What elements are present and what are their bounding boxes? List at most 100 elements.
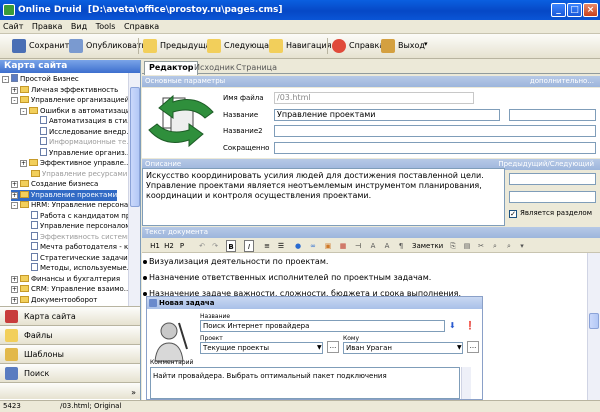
tree-node[interactable]: - Ошибки в автоматизации <box>20 106 128 117</box>
more-tools-icon[interactable]: ▾ <box>518 240 526 252</box>
insert-icon[interactable]: ⊣ <box>353 240 363 252</box>
navigation-button[interactable]: Навигация <box>269 38 331 54</box>
h2-button[interactable]: H2 <box>164 240 174 252</box>
font-size-icon[interactable]: A <box>382 240 392 252</box>
align-justify-icon[interactable]: ☰ <box>276 240 286 252</box>
h1-button[interactable]: H1 <box>150 240 160 252</box>
tree-node[interactable]: + Документооборот <box>11 295 97 306</box>
tab-page[interactable]: Страница <box>232 62 281 74</box>
table-icon[interactable]: ▦ <box>338 240 348 252</box>
chevron-down-icon[interactable]: ▼ <box>317 344 322 351</box>
collapse-icon[interactable]: - <box>11 202 18 209</box>
tree-node[interactable]: - HRM: Управление персона... <box>11 200 128 211</box>
chevron-down-icon[interactable]: ▼ <box>457 344 462 351</box>
more-link[interactable]: дополнительно... <box>530 76 594 87</box>
undo-icon[interactable]: ↶ <box>197 240 207 252</box>
task-project-select[interactable]: Текущие проекты <box>200 342 323 354</box>
editor-scrollbar[interactable] <box>587 253 600 400</box>
italic-button[interactable]: I <box>244 240 254 252</box>
paste-icon[interactable]: ▤ <box>462 240 472 252</box>
expand-icon[interactable]: + <box>11 86 18 94</box>
prev-button[interactable]: Предыдущая <box>143 38 215 54</box>
redo-icon[interactable]: ↷ <box>210 240 220 252</box>
prev-page-field[interactable] <box>509 173 596 185</box>
collapse-icon[interactable]: - <box>11 97 18 104</box>
collapse-icon[interactable]: - <box>2 76 9 83</box>
expand-icon[interactable]: + <box>11 191 18 199</box>
comment-scrollbar[interactable] <box>461 367 471 399</box>
tree-node[interactable]: + Личная эффективность <box>11 85 118 96</box>
tree-node[interactable]: + CRM: Управление взаимо... <box>11 284 128 295</box>
expand-icon[interactable]: + <box>11 296 18 304</box>
menu-help[interactable]: Справка <box>121 20 162 31</box>
link-icon[interactable]: ∞ <box>308 240 318 252</box>
notes-button[interactable]: Заметки <box>412 240 443 252</box>
tree-scroll-thumb[interactable] <box>130 87 140 207</box>
maximize-button[interactable]: □ <box>567 3 582 17</box>
close-button[interactable]: × <box>583 3 598 17</box>
toolbar-overflow-icon[interactable]: ▾ <box>424 40 428 48</box>
expand-icon[interactable]: + <box>11 275 18 283</box>
find-icon[interactable]: ⌕ <box>490 240 500 252</box>
bold-button[interactable]: B <box>226 240 236 252</box>
tree-node[interactable]: Управление организ... <box>29 147 128 159</box>
tree-node[interactable]: Методы, используемые... <box>20 263 128 274</box>
task-to-select[interactable]: Иван Ураган <box>343 342 463 354</box>
menu-edit[interactable]: Правка <box>29 20 65 31</box>
menu-tools[interactable]: Tools <box>93 20 119 31</box>
tree-node[interactable]: Автоматизация в сти... <box>29 116 128 127</box>
tree-node[interactable]: Управление персоналом... <box>20 221 128 232</box>
tree-scrollbar[interactable] <box>128 73 140 306</box>
editor-scroll-thumb[interactable] <box>589 313 599 329</box>
is-section-checkbox[interactable]: ✓ <box>509 210 517 218</box>
tree-node[interactable]: Работа с кандидатом пр... <box>20 210 128 222</box>
menu-site[interactable]: Сайт <box>0 20 26 31</box>
tree-node[interactable]: Эффективность системы... <box>20 231 128 243</box>
align-left-icon[interactable]: ≡ <box>262 240 272 252</box>
nav-sitemap-button[interactable]: Карта сайта <box>0 306 140 325</box>
tree-node[interactable]: + Эффективное управле... <box>20 158 128 169</box>
paragraph-button[interactable]: P <box>178 240 186 252</box>
tree-node[interactable]: + Управление проектами <box>11 189 118 201</box>
tree-node[interactable]: + Создание бизнеса <box>11 179 98 190</box>
task-name-field[interactable]: Поиск Интернет провайдера <box>200 320 445 332</box>
save-button[interactable]: Сохранить <box>12 38 74 54</box>
document-editor[interactable]: Визуализация деятельности по проектам. Н… <box>142 253 587 400</box>
publish-button[interactable]: Опубликовать <box>69 38 146 54</box>
special-char-icon[interactable]: ¶ <box>396 240 406 252</box>
tree-node[interactable]: Исследование внедр... <box>29 126 128 138</box>
nav-files-button[interactable]: Файлы <box>0 325 140 344</box>
nav-search-button[interactable]: Поиск <box>0 363 140 382</box>
exit-button[interactable]: Выход <box>381 38 425 54</box>
tree-node[interactable]: - Простой Бизнес <box>2 74 79 85</box>
image-icon[interactable]: ▣ <box>323 240 333 252</box>
description-textarea[interactable]: Искусство координировать усилия людей дл… <box>142 168 505 226</box>
filename-field[interactable]: /03.html <box>274 92 474 104</box>
menu-view[interactable]: Вид <box>68 20 90 31</box>
tree-node[interactable]: Управление ресурсами <box>20 169 127 180</box>
to-more-button[interactable]: ... <box>467 341 479 353</box>
tree-node[interactable]: Информационные те... <box>29 137 128 148</box>
expand-icon[interactable]: + <box>11 181 18 188</box>
tree-node[interactable]: + Финансы и бухгалтерия <box>11 274 120 285</box>
nav-more-button[interactable]: » <box>0 382 140 399</box>
help-button[interactable]: Справка <box>332 38 384 54</box>
name-field[interactable]: Управление проектами <box>274 109 500 121</box>
priority-icon[interactable]: ❗ <box>465 321 475 330</box>
next-button[interactable]: Следующая <box>207 38 274 54</box>
project-more-button[interactable]: ... <box>327 341 339 353</box>
tree-node[interactable]: Стратегические задачи... <box>20 252 128 264</box>
name2-field[interactable] <box>274 125 596 137</box>
tree-node[interactable]: Мечта работодателя - к... <box>20 242 128 253</box>
replace-icon[interactable]: ⌕ <box>504 240 514 252</box>
expand-icon[interactable]: + <box>20 160 27 167</box>
tree-node[interactable]: - Управление организацией <box>11 95 128 106</box>
next-page-field[interactable] <box>509 191 596 203</box>
name-extra-field[interactable] <box>509 109 596 121</box>
minimize-button[interactable]: _ <box>551 3 566 17</box>
globe-icon[interactable]: ● <box>293 240 303 252</box>
expand-icon[interactable]: + <box>11 286 18 293</box>
nav-templates-button[interactable]: Шаблоны <box>0 344 140 363</box>
copy-icon[interactable]: ⎘ <box>448 240 458 252</box>
task-comment-field[interactable]: Найти провайдера. Выбрать оптимальный па… <box>150 367 460 399</box>
